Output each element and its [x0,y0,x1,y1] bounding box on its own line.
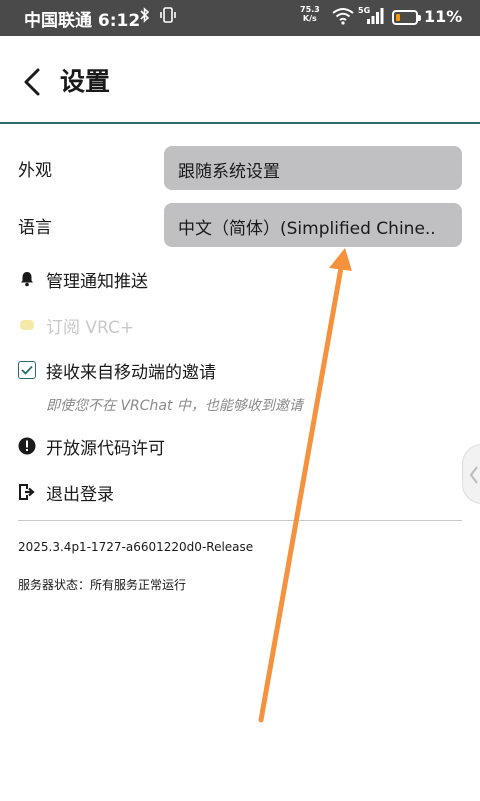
manage-notifications-label: 管理通知推送 [46,271,148,292]
bell-icon [18,270,36,288]
vrc-plus-icon [18,316,36,334]
annotation-arrow-head [329,248,352,271]
accept-invites-hint: 即使您不在 VRChat 中，也能够收到邀请 [46,398,303,414]
back-button[interactable] [18,64,48,100]
vibrate-icon [160,7,176,27]
edge-swipe-handle[interactable] [462,444,480,504]
chevron-left-icon [469,466,478,484]
server-status-text: 服务器状态：所有服务正常运行 [18,578,187,592]
manage-notifications-item[interactable]: 管理通知推送 [18,266,148,292]
battery-percent: 11% [424,7,463,26]
battery-icon [392,10,421,25]
subscribe-vrc-plus-item[interactable]: 订阅 VRC+ [18,312,134,338]
logout-label: 退出登录 [46,484,114,505]
accept-invites-checkbox[interactable] [18,361,36,379]
language-label: 语言 [18,218,52,238]
language-select[interactable]: 中文（简体）(Simplified Chine.. [164,203,462,247]
version-text: 2025.3.4p1-1727-a6601220d0-Release [18,540,254,554]
logout-icon [18,483,36,501]
header: 设置 [0,36,480,124]
chevron-left-icon [24,68,40,96]
info-exclamation-icon [18,437,36,455]
check-icon [21,365,33,375]
open-source-licenses-label: 开放源代码许可 [46,438,165,459]
annotation-arrow-shaft [258,259,345,723]
accept-invites-label: 接收来自移动端的邀请 [46,362,216,383]
divider [18,520,462,521]
network-speed: 75.3 K/s [300,5,320,23]
bluetooth-icon [140,7,150,27]
wifi-icon [332,7,354,29]
carrier-time: 中国联通 6:12 [24,11,141,31]
open-source-licenses-item[interactable]: 开放源代码许可 [18,433,165,459]
signal-icon [366,7,384,29]
status-bar: 中国联通 6:12 75.3 K/s 5G 11% [0,0,480,36]
accept-invites-item[interactable]: 接收来自移动端的邀请 [18,357,216,383]
page-title: 设置 [60,67,111,96]
subscribe-vrc-plus-label: 订阅 VRC+ [46,317,135,338]
logout-item[interactable]: 退出登录 [18,479,114,505]
appearance-select[interactable]: 跟随系统设置 [164,146,462,190]
appearance-label: 外观 [18,161,52,181]
